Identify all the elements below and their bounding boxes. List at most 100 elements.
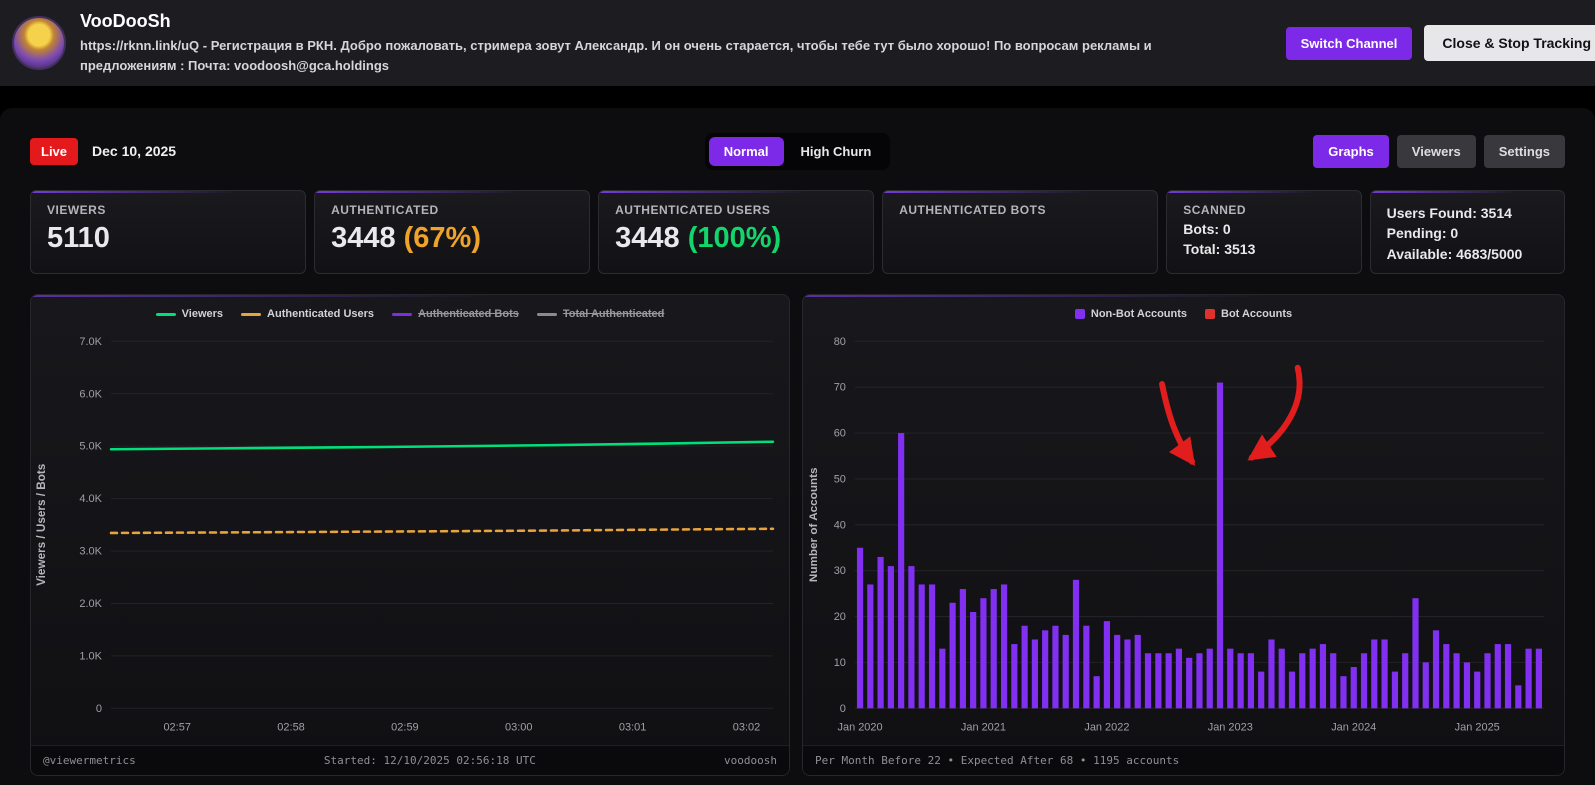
line-chart-legend: Viewers Authenticated Users Authenticated …: [31, 295, 789, 325]
card-authenticated: AUTHENTICATED 3448 (67%): [314, 190, 590, 274]
mode-normal-button[interactable]: Normal: [709, 137, 784, 166]
stats-row: VIEWERS 5110 AUTHENTICATED 3448 (67%) AU…: [30, 190, 1565, 274]
scanned-bots: Bots: 0: [1183, 219, 1344, 239]
legend-swatch: [241, 313, 261, 316]
svg-text:Number of Accounts: Number of Accounts: [808, 467, 820, 582]
channel-description: https://rknn.link/uQ - Регистрация в РКН…: [80, 36, 1240, 75]
card-viewers: VIEWERS 5110: [30, 190, 306, 274]
svg-text:3.0K: 3.0K: [79, 546, 102, 558]
legend-label: Authenticated Users: [267, 308, 374, 320]
card-authenticated-users-label: AUTHENTICATED USERS: [615, 203, 857, 217]
channel-header: VooDooSh https://rknn.link/uQ - Регистра…: [0, 0, 1595, 86]
mode-high-churn-button[interactable]: High Churn: [786, 137, 887, 166]
legend-swatch: [537, 313, 557, 316]
legend-swatch: [1075, 309, 1085, 319]
close-stop-tracking-button[interactable]: Close & Stop Tracking: [1424, 25, 1595, 61]
svg-text:2.0K: 2.0K: [79, 598, 102, 610]
legend-item[interactable]: Authenticated Users: [241, 308, 374, 320]
tab-graphs[interactable]: Graphs: [1313, 135, 1389, 168]
legend-label: Total Authenticated: [563, 308, 664, 320]
svg-text:Jan 2023: Jan 2023: [1208, 722, 1253, 734]
main-panel: Live Dec 10, 2025 Normal High Churn Grap…: [0, 108, 1595, 785]
authenticated-users-percent: (100%): [688, 222, 782, 254]
svg-text:80: 80: [834, 336, 846, 348]
svg-text:Jan 2025: Jan 2025: [1455, 722, 1500, 734]
svg-text:50: 50: [834, 473, 846, 485]
footer-channel: voodoosh: [724, 754, 777, 767]
users-found: Users Found: 3514: [1387, 203, 1548, 223]
line-chart-footer: @viewermetrics Started: 12/10/2025 02:56…: [31, 745, 789, 775]
card-scanned-label: SCANNED: [1183, 203, 1344, 217]
card-viewers-value: 5110: [47, 223, 289, 255]
available: Available: 4683/5000: [1387, 244, 1548, 264]
bar-chart-footer: Per Month Before 22 • Expected After 68 …: [803, 745, 1564, 775]
toolbar-left: Live Dec 10, 2025: [30, 138, 705, 165]
svg-text:02:59: 02:59: [391, 722, 418, 734]
svg-text:7.0K: 7.0K: [79, 336, 102, 348]
line-chart-svg: 01.0K2.0K3.0K4.0K5.0K6.0K7.0K02:5702:580…: [31, 325, 789, 745]
charts-row: Viewers Authenticated Users Authenticated …: [30, 294, 1565, 776]
legend-swatch: [392, 313, 412, 316]
svg-text:20: 20: [834, 611, 846, 623]
legend-swatch: [156, 313, 176, 316]
svg-text:30: 30: [834, 565, 846, 577]
svg-text:03:01: 03:01: [619, 722, 646, 734]
card-authenticated-label: AUTHENTICATED: [331, 203, 573, 217]
legend-item[interactable]: Non-Bot Accounts: [1075, 308, 1187, 320]
legend-swatch: [1205, 309, 1215, 319]
svg-text:Jan 2022: Jan 2022: [1084, 722, 1129, 734]
card-authenticated-users-value: 3448 (100%): [615, 223, 857, 255]
svg-text:60: 60: [834, 428, 846, 440]
svg-text:0: 0: [840, 703, 846, 715]
header-actions: Switch Channel Close & Stop Tracking: [1286, 25, 1595, 61]
tab-settings[interactable]: Settings: [1484, 135, 1565, 168]
account-age-panel: Non-Bot Accounts Bot Accounts 0 10 20 30 40 50…: [802, 294, 1565, 776]
legend-item[interactable]: Viewers: [156, 308, 223, 320]
svg-text:Jan 2024: Jan 2024: [1331, 722, 1376, 734]
bar-chart-svg: 01020304050607080Jan 2020Jan 2021Jan 202…: [803, 325, 1564, 745]
legend-label: Viewers: [182, 308, 223, 320]
svg-text:5.0K: 5.0K: [79, 441, 102, 453]
channel-name: VooDooSh: [80, 11, 1272, 32]
svg-text:40: 40: [834, 519, 846, 531]
legend-item[interactable]: Bot Accounts: [1205, 308, 1292, 320]
svg-text:03:02: 03:02: [733, 722, 760, 734]
svg-text:1.0K: 1.0K: [79, 650, 102, 662]
legend-label: Bot Accounts: [1221, 308, 1292, 320]
svg-text:Jan 2020: Jan 2020: [838, 722, 883, 734]
switch-channel-button[interactable]: Switch Channel: [1286, 27, 1413, 60]
viewer-metrics-panel: Viewers Authenticated Users Authenticated …: [30, 294, 790, 776]
channel-info: VooDooSh https://rknn.link/uQ - Регистра…: [80, 11, 1272, 75]
svg-text:4.0K: 4.0K: [79, 493, 102, 505]
svg-text:Viewers / Users / Bots: Viewers / Users / Bots: [35, 464, 48, 586]
bar-chart-legend: Non-Bot Accounts Bot Accounts: [803, 295, 1564, 325]
stream-date: Dec 10, 2025: [92, 143, 176, 159]
card-authenticated-value: 3448 (67%): [331, 223, 573, 255]
legend-label: Non-Bot Accounts: [1091, 308, 1187, 320]
card-scanned: SCANNED Bots: 0 Total: 3513: [1166, 190, 1361, 274]
toolbar: Live Dec 10, 2025 Normal High Churn Grap…: [30, 134, 1565, 168]
card-viewers-label: VIEWERS: [47, 203, 289, 217]
svg-text:02:57: 02:57: [163, 722, 190, 734]
scanned-total: Total: 3513: [1183, 239, 1344, 259]
pending: Pending: 0: [1387, 223, 1548, 243]
legend-item[interactable]: Authenticated Bots: [392, 308, 519, 320]
view-switcher: Graphs Viewers Settings: [890, 135, 1565, 168]
svg-text:6.0K: 6.0K: [79, 388, 102, 400]
svg-text:70: 70: [834, 382, 846, 394]
footer-started-timestamp: Started: 12/10/2025 02:56:18 UTC: [324, 754, 536, 767]
channel-avatar: [12, 16, 66, 70]
card-authenticated-bots-label: AUTHENTICATED BOTS: [899, 203, 1141, 217]
legend-label: Authenticated Bots: [418, 308, 519, 320]
live-status-badge: Live: [30, 138, 78, 165]
card-capacity: Users Found: 3514 Pending: 0 Available: …: [1370, 190, 1565, 274]
card-authenticated-users: AUTHENTICATED USERS 3448 (100%): [598, 190, 874, 274]
legend-item[interactable]: Total Authenticated: [537, 308, 664, 320]
tab-viewers[interactable]: Viewers: [1397, 135, 1476, 168]
footer-watermark: @viewermetrics: [43, 754, 136, 767]
svg-text:10: 10: [834, 657, 846, 669]
card-authenticated-bots: AUTHENTICATED BOTS: [882, 190, 1158, 274]
authenticated-percent: (67%): [404, 222, 481, 254]
svg-text:0: 0: [96, 703, 102, 715]
footer-account-stats: Per Month Before 22 • Expected After 68 …: [815, 754, 1179, 767]
